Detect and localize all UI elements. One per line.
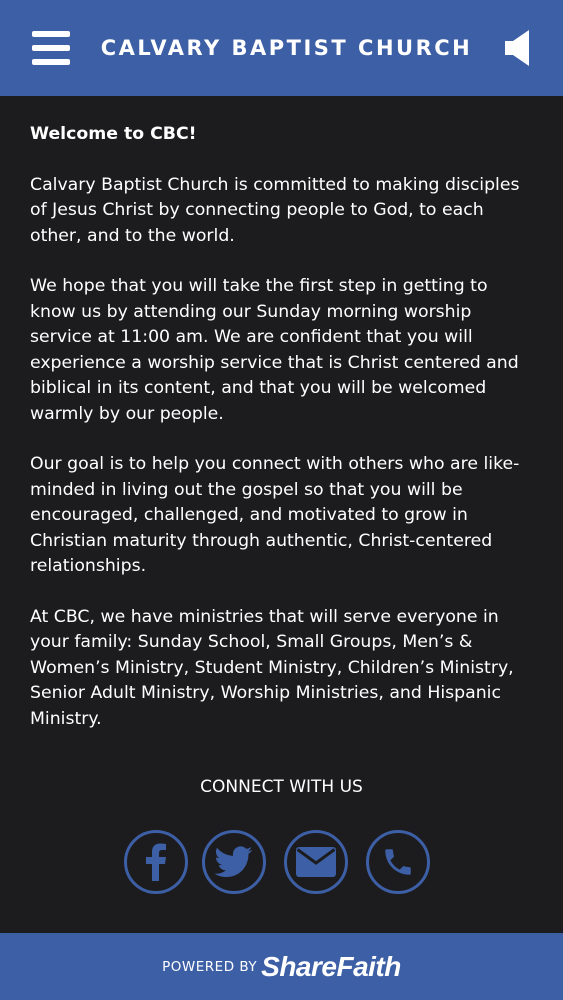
page-title: CALVARY BAPTIST CHURCH (100, 36, 473, 60)
facebook-icon (146, 843, 166, 881)
app-footer: POWERED BY ShareFaith (0, 933, 563, 1000)
speaker-icon (505, 30, 529, 66)
intro-paragraph: Calvary Baptist Church is committed to m… (30, 174, 520, 246)
social-links (0, 830, 563, 898)
email-icon (296, 847, 336, 877)
audio-button[interactable] (503, 28, 533, 68)
powered-by-label: POWERED BY (162, 958, 258, 975)
twitter-icon (215, 846, 253, 878)
email-button[interactable] (284, 830, 348, 894)
menu-bar (32, 45, 70, 51)
menu-bar (32, 31, 70, 37)
ministries-paragraph: At CBC, we have ministries that will ser… (30, 606, 514, 729)
connect-heading: CONNECT WITH US (200, 777, 363, 797)
twitter-button[interactable] (202, 830, 266, 894)
welcome-content: Welcome to CBC! Calvary Baptist Church i… (30, 122, 530, 757)
goal-paragraph: Our goal is to help you connect with oth… (30, 454, 520, 576)
sharefaith-logo[interactable]: ShareFaith (261, 951, 401, 983)
menu-button[interactable] (32, 31, 70, 65)
welcome-heading: Welcome to CBC! (30, 124, 197, 144)
facebook-button[interactable] (124, 830, 188, 894)
phone-button[interactable] (366, 830, 430, 894)
phone-icon (385, 849, 411, 875)
worship-paragraph: We hope that you will take the first ste… (30, 276, 519, 424)
app-header: CALVARY BAPTIST CHURCH (0, 0, 563, 96)
menu-bar (32, 59, 70, 65)
